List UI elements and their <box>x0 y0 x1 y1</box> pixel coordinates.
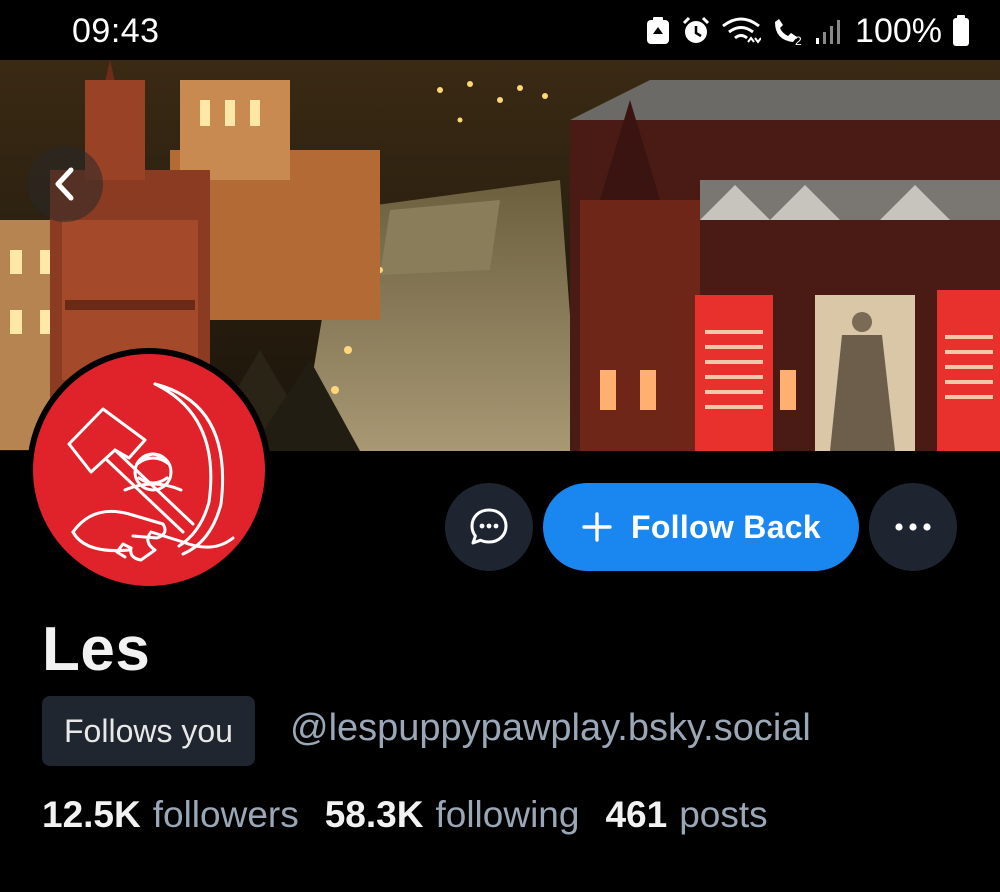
display-name: Les <box>42 615 151 684</box>
wifi-calling-icon: 2 <box>775 19 802 46</box>
posts-count: 461 <box>605 794 668 835</box>
follow-back-button[interactable]: Follow Back <box>543 483 859 571</box>
wifi-icon <box>722 17 762 44</box>
chevron-left-icon <box>55 167 74 201</box>
svg-text:2: 2 <box>795 34 802 46</box>
follow-back-label: Follow Back <box>630 508 821 545</box>
recycle-notification-icon <box>647 17 670 44</box>
battery-icon <box>953 15 969 46</box>
battery-percent: 100% <box>855 11 942 50</box>
followers-count: 12.5K <box>42 794 141 835</box>
hammer-sickle-rose-logo <box>67 382 235 562</box>
status-icons: 2 100% <box>645 12 970 50</box>
ellipsis-icon <box>895 523 931 531</box>
following-stat[interactable]: 58.3K following <box>325 794 580 836</box>
avatar-image <box>33 354 265 586</box>
follows-you-badge: Follows you <box>42 696 255 766</box>
avatar[interactable] <box>27 348 271 592</box>
status-bar: 09:43 2 100% <box>0 0 1000 60</box>
status-time: 09:43 <box>72 12 160 50</box>
plus-icon <box>582 512 612 542</box>
back-button[interactable] <box>27 146 103 222</box>
posts-label: posts <box>679 794 768 835</box>
signal-icon <box>816 20 841 44</box>
message-button[interactable] <box>445 483 533 571</box>
profile-handle: @lespuppypawplay.bsky.social <box>290 707 811 749</box>
following-count: 58.3K <box>324 794 424 835</box>
posts-stat: 461 posts <box>605 794 767 836</box>
followers-label: followers <box>152 794 299 835</box>
more-options-button[interactable] <box>869 483 957 571</box>
followers-stat[interactable]: 12.5K followers <box>42 794 299 836</box>
profile-stats: 12.5K followers 58.3K following 461 posts <box>42 794 768 836</box>
alarm-icon <box>682 16 710 43</box>
chat-bubble-icon <box>470 508 508 545</box>
following-label: following <box>435 794 580 835</box>
